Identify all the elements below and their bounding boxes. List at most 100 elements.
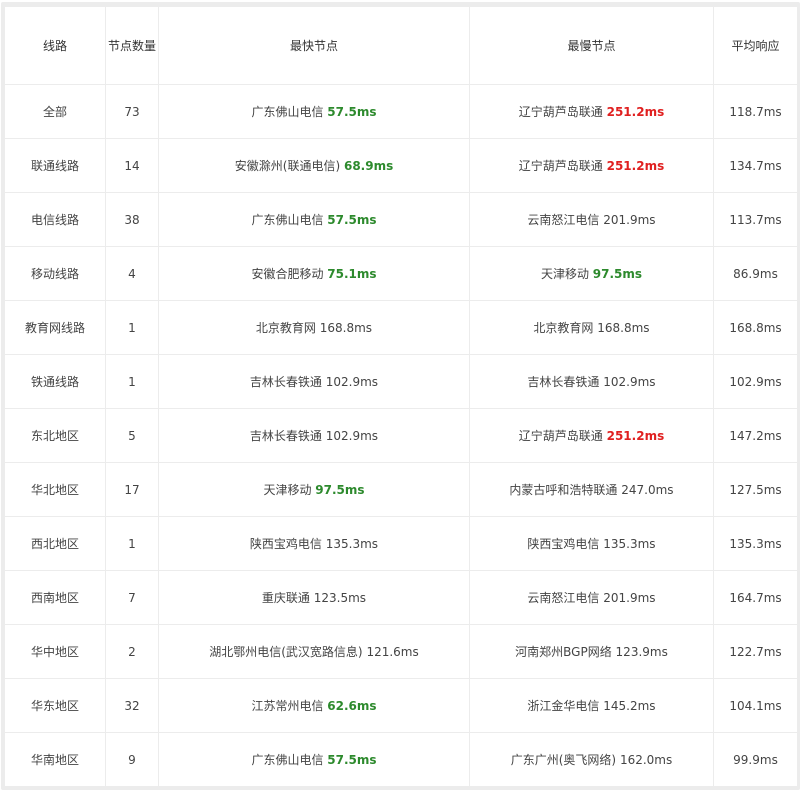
cell-line: 西南地区 [5,571,105,624]
slowest-node-ms: 251.2ms [606,429,665,443]
cell-line: 东北地区 [5,409,105,462]
cell-average: 168.8ms [714,301,797,354]
cell-slowest: 吉林长春铁通 102.9ms [470,355,713,408]
cell-count: 73 [106,85,158,138]
cell-line: 教育网线路 [5,301,105,354]
slowest-node-name: 云南怒江电信 [527,213,600,227]
fastest-node-ms: 97.5ms [315,483,365,497]
table-row: 联通线路 14 安徽滁州(联通电信) 68.9ms 辽宁葫芦岛联通 251.2ms 13… [5,139,797,192]
cell-average: 113.7ms [714,193,797,246]
slowest-node-ms: 251.2ms [606,159,665,173]
fastest-node-ms: 68.9ms [343,159,394,173]
cell-line: 华南地区 [5,733,105,786]
cell-line: 全部 [5,85,105,138]
table-row: 电信线路 38 广东佛山电信 57.5ms 云南怒江电信 201.9ms 113.7ms [5,193,797,246]
cell-fastest: 广东佛山电信 57.5ms [159,733,469,786]
fastest-node-ms: 102.9ms [325,375,379,389]
cell-slowest: 北京教育网 168.8ms [470,301,713,354]
table-row: 西北地区 1 陕西宝鸡电信 135.3ms 陕西宝鸡电信 135.3ms 135.3ms [5,517,797,570]
fastest-node-name: 天津移动 [263,483,312,497]
slowest-node-name: 广东广州(奥飞网络) [510,753,617,767]
slowest-node-name: 吉林长春铁通 [527,375,600,389]
slowest-node-name: 云南怒江电信 [527,591,600,605]
table-row: 教育网线路 1 北京教育网 168.8ms 北京教育网 168.8ms 168.8ms [5,301,797,354]
slowest-node-name: 河南郑州BGP网络 [515,645,612,659]
slowest-node-ms: 247.0ms [621,483,674,497]
latency-table: 线路 节点数量 最快节点 最慢节点 平均响应 全部 73 广东佛山电信 57.5ms… [4,6,798,787]
cell-slowest: 陕西宝鸡电信 135.3ms [470,517,713,570]
table-header-row: 线路 节点数量 最快节点 最慢节点 平均响应 [5,7,797,84]
cell-average: 147.2ms [714,409,797,462]
cell-count: 1 [106,301,158,354]
cell-slowest: 辽宁葫芦岛联通 251.2ms [470,85,713,138]
cell-average: 134.7ms [714,139,797,192]
header-line: 线路 [5,7,105,84]
header-slowest: 最慢节点 [470,7,713,84]
header-count: 节点数量 [106,7,158,84]
cell-line: 华北地区 [5,463,105,516]
slowest-node-name: 辽宁葫芦岛联通 [518,159,603,173]
slowest-node-name: 内蒙古呼和浩特联通 [509,483,618,497]
cell-line: 电信线路 [5,193,105,246]
cell-average: 164.7ms [714,571,797,624]
cell-fastest: 湖北鄂州电信(武汉宽路信息) 121.6ms [159,625,469,678]
header-fastest: 最快节点 [159,7,469,84]
cell-count: 2 [106,625,158,678]
cell-count: 1 [106,355,158,408]
table-row: 铁通线路 1 吉林长春铁通 102.9ms 吉林长春铁通 102.9ms 102.9ms [5,355,797,408]
cell-line: 华中地区 [5,625,105,678]
cell-count: 38 [106,193,158,246]
fastest-node-name: 广东佛山电信 [251,213,324,227]
cell-count: 9 [106,733,158,786]
fastest-node-name: 吉林长春铁通 [249,429,322,443]
fastest-node-name: 北京教育网 [255,321,316,335]
fastest-node-ms: 121.6ms [366,645,419,659]
cell-fastest: 江苏常州电信 62.6ms [159,679,469,732]
fastest-node-ms: 135.3ms [325,537,379,551]
slowest-node-name: 浙江金华电信 [527,699,600,713]
fastest-node-name: 广东佛山电信 [251,753,324,767]
fastest-node-name: 广东佛山电信 [251,105,324,119]
table-row: 华中地区 2 湖北鄂州电信(武汉宽路信息) 121.6ms 河南郑州BGP网络 123… [5,625,797,678]
slowest-node-ms: 97.5ms [592,267,643,281]
cell-fastest: 广东佛山电信 57.5ms [159,85,469,138]
slowest-node-name: 天津移动 [540,267,589,281]
slowest-node-ms: 162.0ms [619,753,673,767]
cell-slowest: 天津移动 97.5ms [470,247,713,300]
cell-slowest: 云南怒江电信 201.9ms [470,571,713,624]
cell-slowest: 浙江金华电信 145.2ms [470,679,713,732]
cell-line: 联通线路 [5,139,105,192]
slowest-node-ms: 123.9ms [615,645,668,659]
cell-count: 5 [106,409,158,462]
slowest-node-ms: 168.8ms [597,321,650,335]
slowest-node-name: 北京教育网 [533,321,594,335]
cell-fastest: 安徽合肥移动 75.1ms [159,247,469,300]
cell-average: 118.7ms [714,85,797,138]
cell-average: 102.9ms [714,355,797,408]
cell-average: 127.5ms [714,463,797,516]
table-row: 华北地区 17 天津移动 97.5ms 内蒙古呼和浩特联通 247.0ms 127.5m… [5,463,797,516]
cell-fastest: 吉林长春铁通 102.9ms [159,355,469,408]
fastest-node-ms: 57.5ms [327,213,377,227]
cell-fastest: 陕西宝鸡电信 135.3ms [159,517,469,570]
cell-slowest: 广东广州(奥飞网络) 162.0ms [470,733,713,786]
cell-line: 西北地区 [5,517,105,570]
cell-count: 14 [106,139,158,192]
cell-fastest: 重庆联通 123.5ms [159,571,469,624]
cell-slowest: 辽宁葫芦岛联通 251.2ms [470,139,713,192]
fastest-node-ms: 75.1ms [327,267,377,281]
cell-count: 17 [106,463,158,516]
fastest-node-ms: 102.9ms [325,429,379,443]
slowest-node-ms: 201.9ms [603,591,656,605]
cell-count: 1 [106,517,158,570]
cell-count: 4 [106,247,158,300]
fastest-node-name: 安徽滁州(联通电信) [234,159,341,173]
slowest-node-name: 陕西宝鸡电信 [527,537,600,551]
cell-slowest: 云南怒江电信 201.9ms [470,193,713,246]
slowest-node-ms: 135.3ms [603,537,656,551]
fastest-node-ms: 57.5ms [327,753,377,767]
cell-fastest: 吉林长春铁通 102.9ms [159,409,469,462]
fastest-node-ms: 57.5ms [327,105,377,119]
fastest-node-ms: 62.6ms [327,699,377,713]
table-row: 华南地区 9 广东佛山电信 57.5ms 广东广州(奥飞网络) 162.0ms 99.9… [5,733,797,786]
